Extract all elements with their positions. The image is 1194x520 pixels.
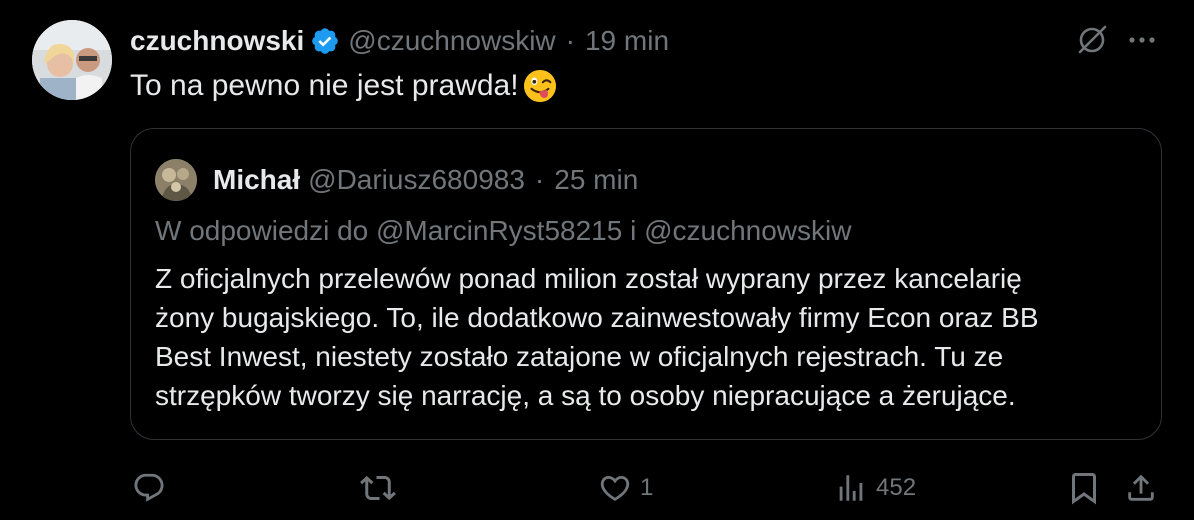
- share-icon: [1128, 474, 1154, 501]
- author-display-name[interactable]: czuchnowski: [130, 25, 304, 57]
- share-button[interactable]: [1124, 466, 1158, 510]
- quote-body-line: Best Inwest, niestety zostało zatajone w…: [155, 341, 1004, 372]
- bookmark-icon: [1072, 473, 1096, 505]
- verified-badge-icon[interactable]: [310, 26, 340, 56]
- header-separator: ·: [565, 25, 575, 56]
- quote-display-name[interactable]: Michał: [213, 164, 300, 196]
- retweet-button[interactable]: [360, 466, 396, 510]
- views-count: 452: [876, 474, 917, 501]
- like-button[interactable]: 1: [598, 466, 653, 510]
- quoted-tweet-card[interactable]: Michał @Dariusz680983 · 25 min W odpowie…: [130, 128, 1162, 440]
- views-icon: [839, 475, 863, 501]
- tweet[interactable]: czuchnowski @czuchnowskiw · 19 min To na…: [0, 0, 1194, 520]
- heart-icon: [600, 475, 630, 501]
- quote-reply-context: W odpowiedzi do @MarcinRyst58215 i @czuc…: [155, 215, 852, 246]
- quote-separator: ·: [534, 164, 545, 195]
- winking-face-with-tongue-icon: [523, 69, 556, 103]
- bookmark-button[interactable]: [1066, 466, 1102, 510]
- quote-body-line: Z oficjalnych przelewów ponad milion zos…: [155, 263, 1022, 294]
- tweet-timestamp[interactable]: 19 min: [585, 25, 669, 57]
- like-count: 1: [640, 474, 654, 501]
- quote-header: Michał @Dariusz680983 · 25 min: [155, 159, 638, 201]
- quote-timestamp[interactable]: 25 min: [554, 164, 638, 196]
- quote-body-line: strzępków tworzy się narrację, a są to o…: [155, 380, 1016, 411]
- views-button[interactable]: 452: [834, 466, 916, 510]
- quote-body: Z oficjalnych przelewów ponad milion zos…: [155, 259, 1135, 415]
- quote-avatar[interactable]: [155, 159, 197, 201]
- grok-icon[interactable]: [1074, 22, 1110, 58]
- retweet-icon: [360, 475, 396, 501]
- tweet-header: czuchnowski @czuchnowskiw · 19 min: [130, 22, 669, 60]
- action-bar: 1 452: [0, 466, 1194, 510]
- avatar[interactable]: [32, 20, 112, 100]
- quote-body-line: żony bugajskiego. To, ile dodatkowo zain…: [155, 302, 1039, 333]
- reply-button[interactable]: [132, 466, 166, 510]
- author-handle[interactable]: @czuchnowskiw: [348, 25, 555, 57]
- quote-handle[interactable]: @Dariusz680983: [308, 164, 525, 196]
- more-options-icon[interactable]: [1124, 22, 1160, 58]
- reply-icon: [134, 473, 164, 502]
- tweet-text-content: To na pewno nie jest prawda!: [130, 69, 519, 102]
- tweet-text: To na pewno nie jest prawda!: [130, 64, 557, 108]
